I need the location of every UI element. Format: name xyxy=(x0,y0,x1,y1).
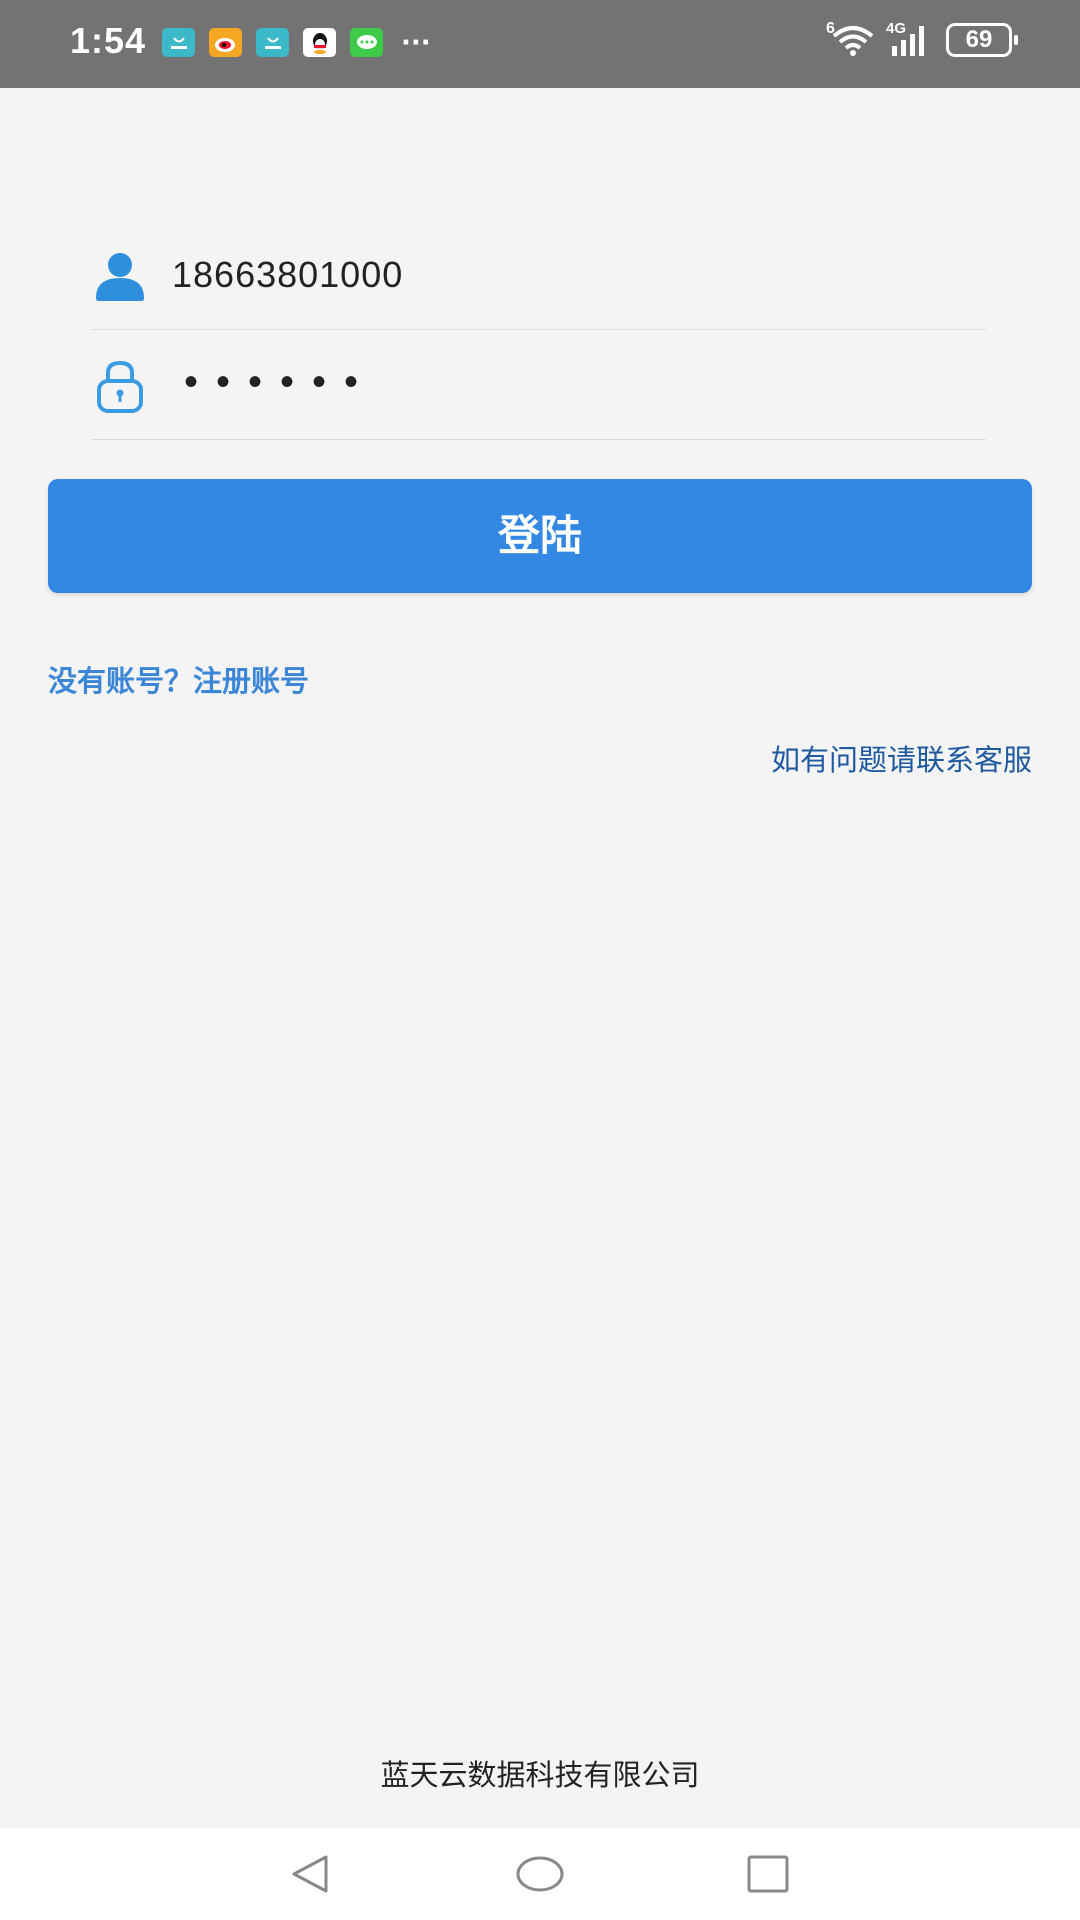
contact-support-link[interactable]: 如有问题请联系客服 xyxy=(771,737,1032,779)
message-icon xyxy=(350,28,383,57)
status-time: 1:54 xyxy=(70,20,147,61)
more-notifications-icon: ··· xyxy=(401,27,431,58)
system-icons: 6 4G 69 xyxy=(826,20,1018,58)
user-icon xyxy=(96,253,144,301)
register-link[interactable]: 没有账号？注册账号 xyxy=(48,658,309,700)
username-input[interactable]: 18663801000 xyxy=(172,254,403,296)
network-type-label: 4G xyxy=(886,20,907,37)
login-button[interactable]: 登陆 xyxy=(48,479,1032,593)
navigation-bar xyxy=(0,1828,1080,1920)
store-icon xyxy=(162,28,195,57)
recents-icon[interactable] xyxy=(738,1846,798,1902)
cellular-signal-icon: 4G xyxy=(886,20,936,58)
company-name: 蓝天云数据科技有限公司 xyxy=(380,1758,700,1792)
wifi-icon: 6 xyxy=(826,20,876,58)
store-icon xyxy=(256,28,289,57)
qq-icon xyxy=(303,28,336,57)
battery-icon: 69 xyxy=(946,23,1018,57)
password-row[interactable]: •••••• xyxy=(92,330,986,440)
weibo-icon xyxy=(209,28,242,57)
status-bar: 1:54 ··· 6 4G 69 xyxy=(0,0,1080,88)
back-icon[interactable] xyxy=(280,1846,340,1902)
notification-icons: ··· xyxy=(162,28,431,57)
username-row[interactable]: 18663801000 xyxy=(92,220,986,330)
wifi-label: 6 xyxy=(826,20,835,37)
password-input[interactable]: •••••• xyxy=(184,360,376,405)
lock-icon xyxy=(97,360,143,413)
home-icon[interactable] xyxy=(510,1846,570,1902)
